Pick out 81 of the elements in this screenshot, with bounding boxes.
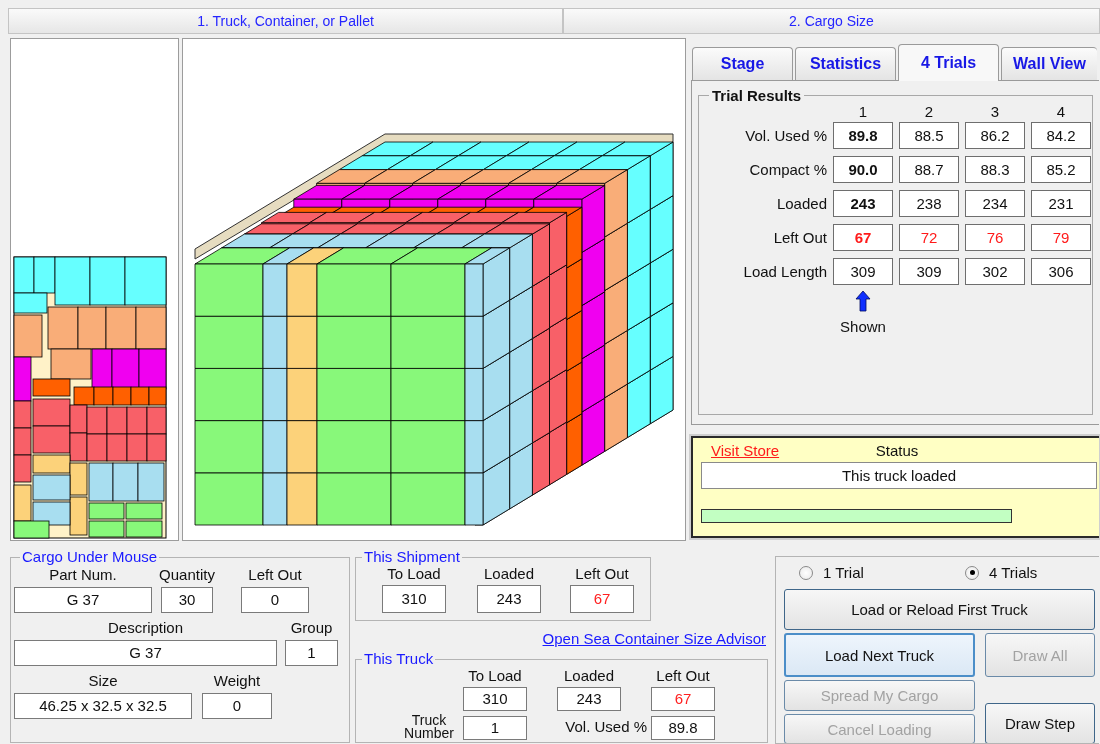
field-label: Part Num. [49, 567, 117, 583]
status-message: This truck loaded [701, 462, 1097, 489]
step-tab[interactable]: 2. Cargo Size [563, 8, 1100, 34]
group-title: Trial Results [711, 87, 803, 104]
value-field: 238 [899, 190, 959, 217]
row-label: Load Length [742, 263, 827, 280]
value-field: 79 [1031, 224, 1091, 251]
radio-button[interactable] [965, 565, 979, 580]
column-header: 2 [923, 104, 935, 119]
field-label: Description [108, 620, 183, 636]
value-field: 243 [833, 190, 893, 217]
field-label: To Load [468, 667, 522, 684]
value-field: 86.2 [965, 122, 1025, 149]
tab[interactable]: Statistics [795, 47, 896, 80]
value-field: 72 [899, 224, 959, 251]
value-field: 231 [1031, 190, 1091, 217]
row-label: Loaded [775, 195, 827, 212]
value-field: 76 [965, 224, 1025, 251]
value-field: 89.8 [651, 716, 715, 740]
column-header: 3 [989, 104, 1001, 119]
field-label: Truck Number [403, 714, 455, 740]
column-header: 1 [857, 104, 869, 119]
value-field: 88.3 [965, 156, 1025, 183]
field-label: To Load [387, 565, 441, 582]
value-field: 88.5 [899, 122, 959, 149]
action-button[interactable]: Draw Step [985, 703, 1095, 743]
value-field: 310 [382, 585, 446, 613]
advisor-link[interactable]: Open Sea Container Size Advisor [542, 630, 766, 647]
status-title: Status [875, 442, 919, 459]
value-field: G 37 [14, 587, 152, 613]
field-label: Left Out [656, 667, 710, 684]
radio-button[interactable] [799, 565, 813, 580]
value-field: 1 [463, 716, 527, 740]
value-field: 243 [557, 687, 621, 711]
group-title: This Truck [363, 651, 435, 667]
value-field: 1 [285, 640, 338, 666]
tab[interactable]: Wall View [1001, 47, 1097, 80]
value-field: G 37 [14, 640, 277, 666]
value-field: 67 [570, 585, 634, 613]
value-field: 306 [1031, 258, 1091, 285]
value-field: 30 [161, 587, 213, 613]
value-field: 88.7 [899, 156, 959, 183]
value-field: 309 [899, 258, 959, 285]
value-field: 302 [965, 258, 1025, 285]
value-field: 309 [833, 258, 893, 285]
field-label: Group [290, 620, 333, 636]
value-field: 310 [463, 687, 527, 711]
action-button[interactable]: Load or Reload First Truck [784, 589, 1095, 630]
row-label: Compact % [748, 161, 827, 178]
group-title: Cargo Under Mouse [21, 549, 159, 565]
value-field: 84.2 [1031, 122, 1091, 149]
value-field: 90.0 [833, 156, 893, 183]
step-tab[interactable]: 1. Truck, Container, or Pallet [8, 8, 563, 34]
row-label: Left Out [772, 229, 827, 246]
radio-option[interactable]: 1 Trial [799, 564, 965, 581]
value-field: 85.2 [1031, 156, 1091, 183]
tab[interactable]: Stage [692, 47, 793, 80]
radio-option[interactable]: 4 Trials [965, 564, 1038, 581]
field-label: Loaded [483, 565, 535, 582]
field-label: Vol. Used % [565, 719, 647, 735]
shown-label: Shown [840, 318, 886, 335]
value-field: 67 [833, 224, 893, 251]
value-field: 234 [965, 190, 1025, 217]
field-label: Quantity [159, 567, 215, 583]
action-button[interactable]: Load Next Truck [784, 633, 975, 677]
field-label: Loaded [563, 667, 615, 684]
value-field: 0 [202, 693, 272, 719]
column-header: 4 [1055, 104, 1067, 119]
value-field: 67 [651, 687, 715, 711]
field-label: Left Out [575, 565, 629, 582]
value-field: 0 [241, 587, 309, 613]
field-label: Weight [213, 673, 261, 689]
field-label: Size [88, 673, 118, 689]
value-field: 46.25 x 32.5 x 32.5 [14, 693, 192, 719]
visit-store-link[interactable]: Visit Store [711, 442, 780, 459]
tab[interactable]: 4 Trials [898, 44, 999, 81]
field-label: Left Out [248, 567, 302, 583]
row-label: Vol. Used % [744, 127, 827, 144]
group-title: This Shipment [363, 549, 461, 565]
value-field: 243 [477, 585, 541, 613]
value-field: 89.8 [833, 122, 893, 149]
